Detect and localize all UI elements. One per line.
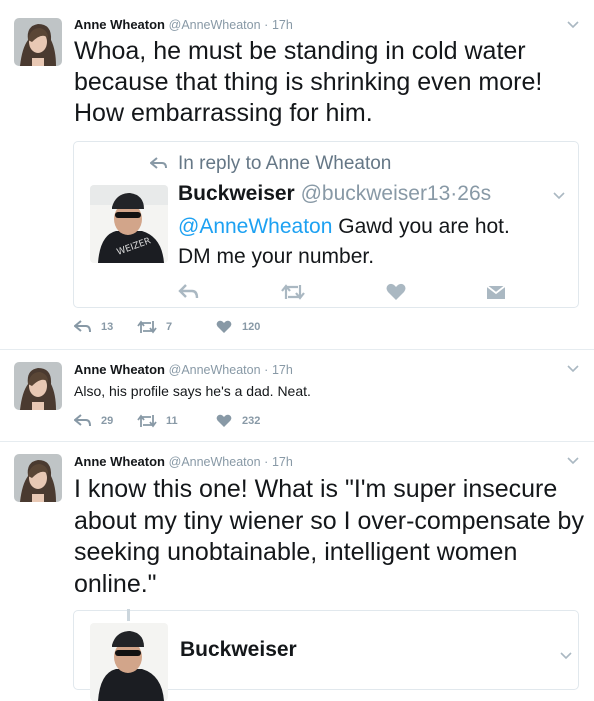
thread-line [127, 609, 130, 621]
like-button[interactable]: 120 [216, 320, 260, 334]
like-count: 120 [242, 321, 261, 333]
avatar-photo-icon [14, 362, 62, 410]
quoted-author-handle[interactable]: @buckweiser13 [301, 182, 451, 205]
retweet-count: 7 [166, 321, 173, 333]
author-name[interactable]: Anne Wheaton [74, 362, 165, 377]
quoted-tweet-card[interactable]: Buckweiser [73, 609, 579, 701]
reply-icon [74, 320, 91, 333]
avatar-photo-icon [14, 18, 62, 66]
quoted-chevron-down-icon[interactable] [551, 187, 567, 203]
author-handle[interactable]: @AnneWheaton [169, 455, 261, 469]
quoted-timestamp[interactable]: 26s [457, 182, 491, 205]
retweet-button[interactable]: 7 [136, 320, 216, 334]
quoted-author-name[interactable]: Buckweiser [178, 182, 295, 205]
tweet-text: Whoa, he must be standing in cold water … [74, 37, 543, 127]
quoted-avatar-photo-icon [90, 623, 168, 701]
reply-button[interactable]: 13 [74, 320, 136, 334]
quoted-text-line-1: Gawd you are hot. [332, 215, 510, 238]
retweet-button[interactable]: 11 [136, 414, 216, 428]
quoted-author-name[interactable]: Buckweiser [180, 638, 297, 662]
timestamp[interactable]: 17h [272, 455, 293, 469]
author-handle[interactable]: @AnneWheaton [169, 363, 261, 377]
reply-count: 29 [101, 415, 114, 427]
quoted-reply-icon[interactable] [178, 283, 200, 301]
tweet-3[interactable]: Anne Wheaton @AnneWheaton · 17h I know t… [0, 442, 594, 701]
timestamp[interactable]: 17h [272, 363, 293, 377]
reply-context[interactable]: In reply to Anne Wheaton [178, 153, 391, 175]
avatar[interactable] [14, 18, 62, 66]
author-name[interactable]: Anne Wheaton [74, 454, 165, 469]
quoted-avatar[interactable] [90, 623, 168, 701]
retweet-icon [137, 320, 157, 334]
avatar[interactable] [14, 454, 62, 502]
chevron-down-icon[interactable] [565, 452, 581, 468]
mention-link[interactable]: @AnneWheaton [178, 215, 332, 238]
reply-button[interactable]: 29 [74, 414, 136, 428]
tweet-text: Also, his profile says he's a dad. Neat. [74, 383, 311, 399]
author-handle[interactable]: @AnneWheaton [169, 18, 261, 32]
reply-arrow-icon [150, 157, 167, 169]
retweet-count: 11 [166, 415, 178, 427]
separator-dot: · [264, 455, 269, 469]
quoted-tweet-card[interactable]: In reply to Anne Wheaton WEIZER Buckweis… [73, 141, 579, 308]
tweet-text: I know this one! What is "I'm super inse… [74, 475, 584, 598]
tweet-1[interactable]: Anne Wheaton @AnneWheaton · 17h Whoa, he… [0, 0, 594, 350]
tweet-2[interactable]: Anne Wheaton @AnneWheaton · 17h Also, hi… [0, 350, 594, 442]
quoted-avatar-photo-icon: WEIZER [90, 185, 168, 263]
author-name[interactable]: Anne Wheaton [74, 17, 165, 32]
reply-icon [74, 414, 91, 427]
retweet-icon [137, 414, 157, 428]
reply-count: 13 [101, 321, 114, 333]
quoted-retweet-icon[interactable] [280, 283, 306, 301]
like-count: 232 [242, 415, 261, 427]
avatar[interactable] [14, 362, 62, 410]
like-heart-icon [216, 414, 232, 427]
chevron-down-icon[interactable] [565, 360, 581, 376]
like-heart-icon [216, 320, 232, 333]
avatar-photo-icon [14, 454, 62, 502]
separator-dot: · [264, 18, 269, 32]
quoted-direct-message-icon[interactable] [486, 283, 506, 301]
quoted-chevron-down-icon[interactable] [558, 647, 574, 663]
quoted-text-line-2: DM me your number. [178, 245, 375, 268]
chevron-down-icon[interactable] [565, 16, 581, 32]
quoted-like-heart-icon[interactable] [386, 283, 406, 301]
timestamp[interactable]: 17h [272, 18, 293, 32]
quoted-avatar[interactable]: WEIZER [90, 185, 168, 263]
separator-dot: · [264, 363, 269, 377]
like-button[interactable]: 232 [216, 414, 260, 428]
